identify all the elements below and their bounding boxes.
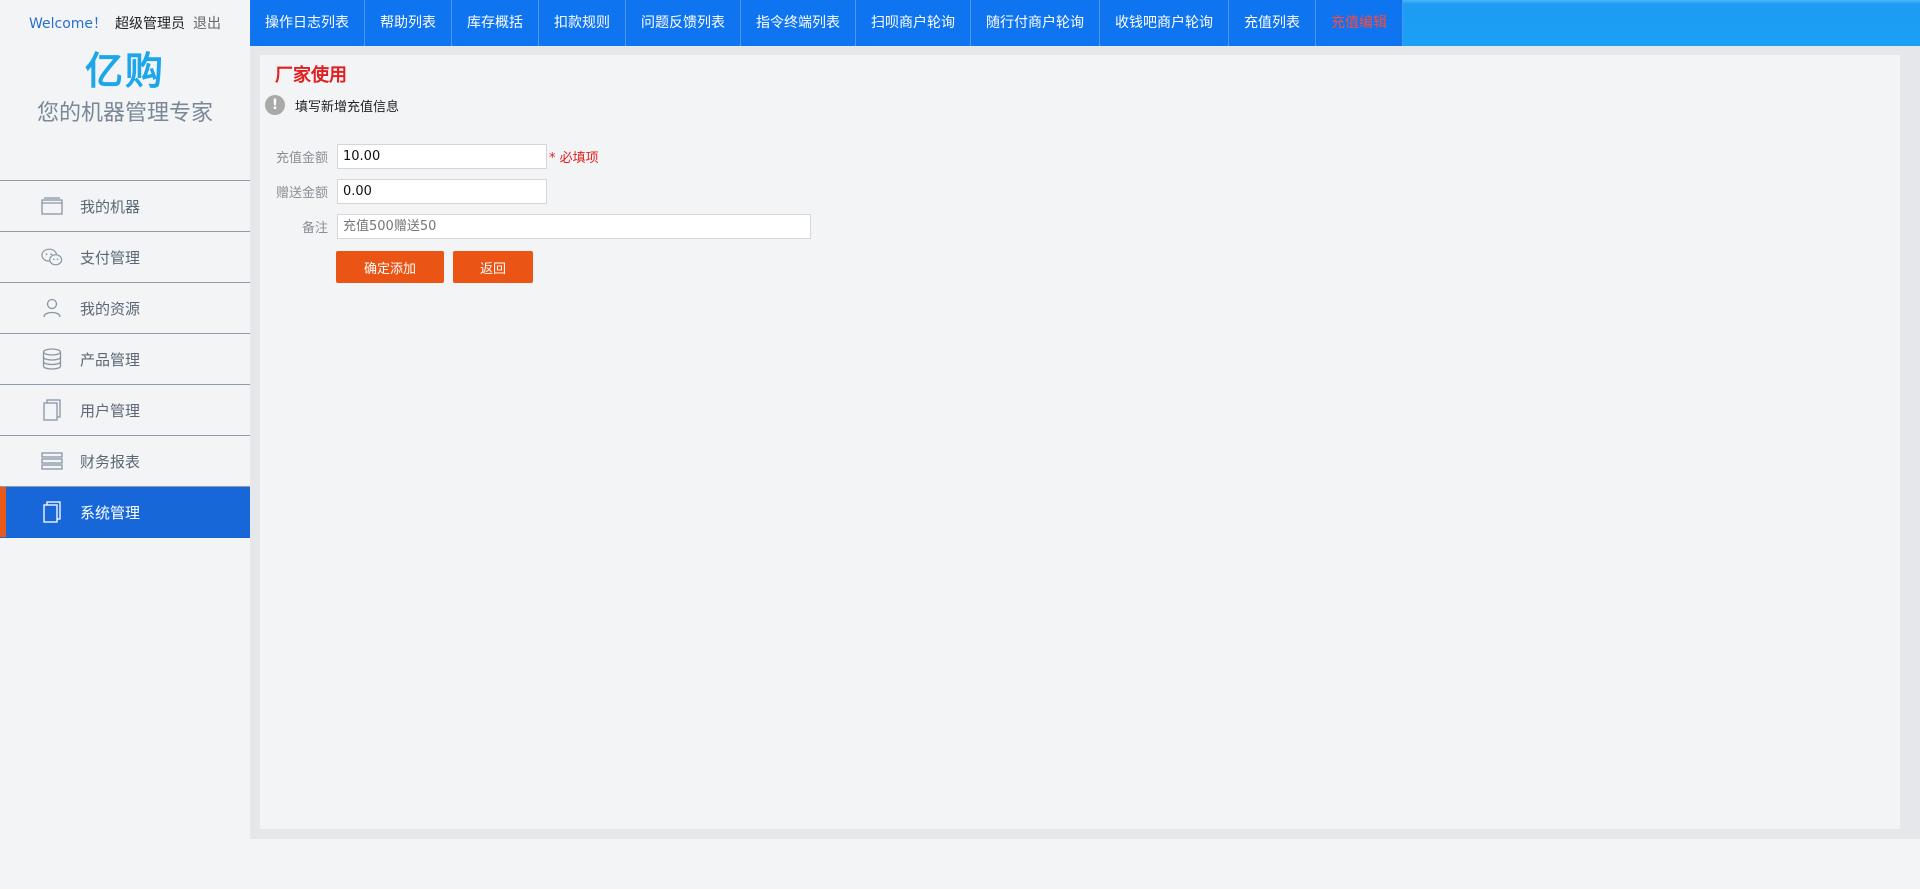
welcome-bar: Welcome！ 超级管理员 退出: [0, 0, 250, 45]
sidebar-item-label: 系统管理: [80, 503, 141, 522]
document-icon: [41, 399, 63, 421]
sidebar-item-label: 用户管理: [80, 401, 141, 420]
sidebar-item-system[interactable]: 系统管理: [0, 487, 250, 538]
tab-deduction-rules[interactable]: 扣款规则: [539, 0, 626, 46]
form-panel: 厂家使用 ! 填写新增充值信息 充值金额 * 必填项 赠送金额 备注 确定添加 …: [260, 55, 1900, 829]
remark-label: 备注: [301, 221, 328, 236]
logout-link[interactable]: 退出: [193, 13, 221, 33]
database-icon: [41, 348, 63, 370]
sidebar-item-label: 支付管理: [80, 248, 141, 267]
sidebar-item-products[interactable]: 产品管理: [0, 334, 250, 385]
amount-input[interactable]: [337, 144, 547, 169]
wechat-icon: [41, 246, 63, 268]
hint-text: 填写新增充值信息: [295, 99, 400, 115]
tab-help-list[interactable]: 帮助列表: [365, 0, 452, 46]
sidebar-item-label: 我的机器: [80, 197, 141, 216]
brand: 亿购 您的机器管理专家: [0, 45, 250, 180]
remark-input[interactable]: [337, 214, 811, 239]
welcome-text: Welcome！: [28, 15, 108, 32]
tab-command-terminal[interactable]: 指令终端列表: [741, 0, 856, 46]
window-icon: [41, 195, 63, 217]
tab-recharge-list[interactable]: 充值列表: [1229, 0, 1316, 46]
sidebar-item-label: 财务报表: [80, 452, 141, 471]
sidebar-item-resources[interactable]: 我的资源: [0, 283, 250, 334]
content-area: 厂家使用 ! 填写新增充值信息 充值金额 * 必填项 赠送金额 备注 确定添加 …: [250, 46, 1920, 839]
form-hint: ! 填写新增充值信息: [265, 95, 399, 115]
sidebar-item-label: 我的资源: [80, 299, 141, 318]
bonus-input[interactable]: [337, 179, 547, 204]
sidebar-item-machines[interactable]: 我的机器: [0, 181, 250, 232]
exclamation-icon: !: [265, 95, 285, 115]
sidebar-item-payment[interactable]: 支付管理: [0, 232, 250, 283]
tab-feedback-list[interactable]: 问题反馈列表: [626, 0, 741, 46]
user-name: 超级管理员: [115, 15, 186, 32]
tab-recharge-edit[interactable]: 充值编辑: [1316, 0, 1403, 46]
required-marker: * 必填项: [549, 151, 599, 166]
user-icon: [41, 297, 63, 319]
sidebar-item-users[interactable]: 用户管理: [0, 385, 250, 436]
bonus-label: 赠送金额: [275, 186, 328, 201]
top-nav: 操作日志列表 帮助列表 库存概括 扣款规则 问题反馈列表 指令终端列表 扫呗商户…: [250, 0, 1920, 46]
page-title: 厂家使用: [275, 65, 347, 86]
sidebar-menu: 我的机器 支付管理 我的资源 产品管理 用户管理 财务报表 系统管理: [0, 180, 250, 538]
tab-saobei-polling[interactable]: 扫呗商户轮询: [856, 0, 971, 46]
back-button[interactable]: 返回: [453, 251, 533, 283]
sidebar-item-finance[interactable]: 财务报表: [0, 436, 250, 487]
top-nav-tabs: 操作日志列表 帮助列表 库存概括 扣款规则 问题反馈列表 指令终端列表 扫呗商户…: [250, 0, 1403, 46]
brand-slogan: 您的机器管理专家: [36, 101, 213, 126]
brand-logo: 亿购: [84, 49, 165, 93]
tab-shouqianba-polling[interactable]: 收钱吧商户轮询: [1100, 0, 1229, 46]
sidebar: Welcome！ 超级管理员 退出 亿购 您的机器管理专家 我的机器 支付管理 …: [0, 0, 250, 889]
amount-label: 充值金额: [275, 151, 328, 166]
remark-row: 备注: [260, 214, 811, 239]
tab-operation-log[interactable]: 操作日志列表: [250, 0, 365, 46]
submit-button[interactable]: 确定添加: [336, 251, 444, 283]
bonus-row: 赠送金额: [260, 179, 547, 204]
layers-icon: [41, 450, 63, 472]
tab-suixingfu-polling[interactable]: 随行付商户轮询: [971, 0, 1100, 46]
amount-row: 充值金额 * 必填项: [260, 144, 599, 169]
sidebar-item-label: 产品管理: [80, 350, 141, 369]
document-icon: [41, 501, 63, 523]
tab-inventory[interactable]: 库存概括: [452, 0, 539, 46]
